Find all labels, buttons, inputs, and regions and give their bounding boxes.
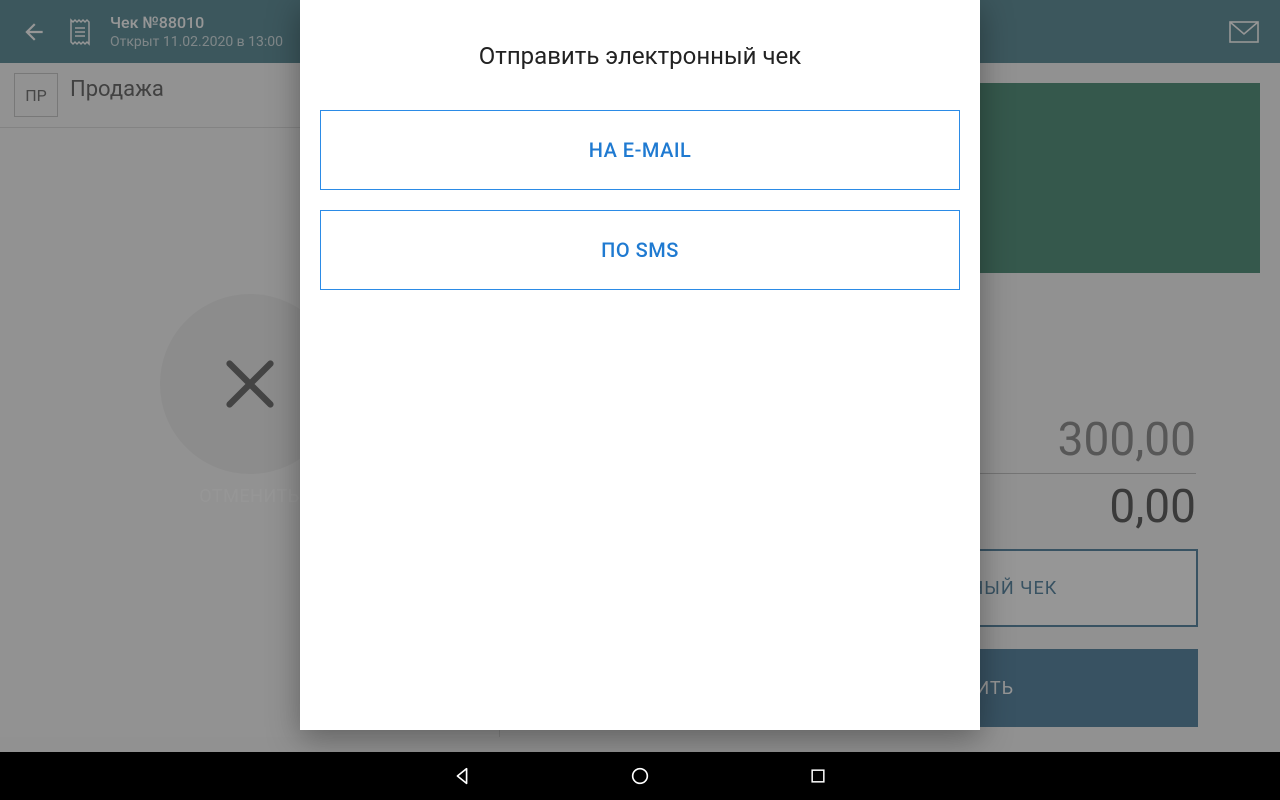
send-sms-label: ПО SMS — [601, 238, 679, 262]
nav-recent-button[interactable] — [804, 762, 832, 790]
modal-title: Отправить электронный чек — [300, 42, 980, 70]
nav-back-button[interactable] — [448, 762, 476, 790]
square-recent-icon — [808, 766, 828, 786]
send-email-label: НА E-MAIL — [589, 138, 692, 162]
send-email-button[interactable]: НА E-MAIL — [320, 110, 960, 190]
circle-home-icon — [629, 765, 651, 787]
nav-home-button[interactable] — [626, 762, 654, 790]
triangle-back-icon — [451, 765, 473, 787]
android-navbar — [0, 752, 1280, 800]
send-sms-button[interactable]: ПО SMS — [320, 210, 960, 290]
send-receipt-modal: Отправить электронный чек НА E-MAIL ПО S… — [300, 0, 980, 730]
